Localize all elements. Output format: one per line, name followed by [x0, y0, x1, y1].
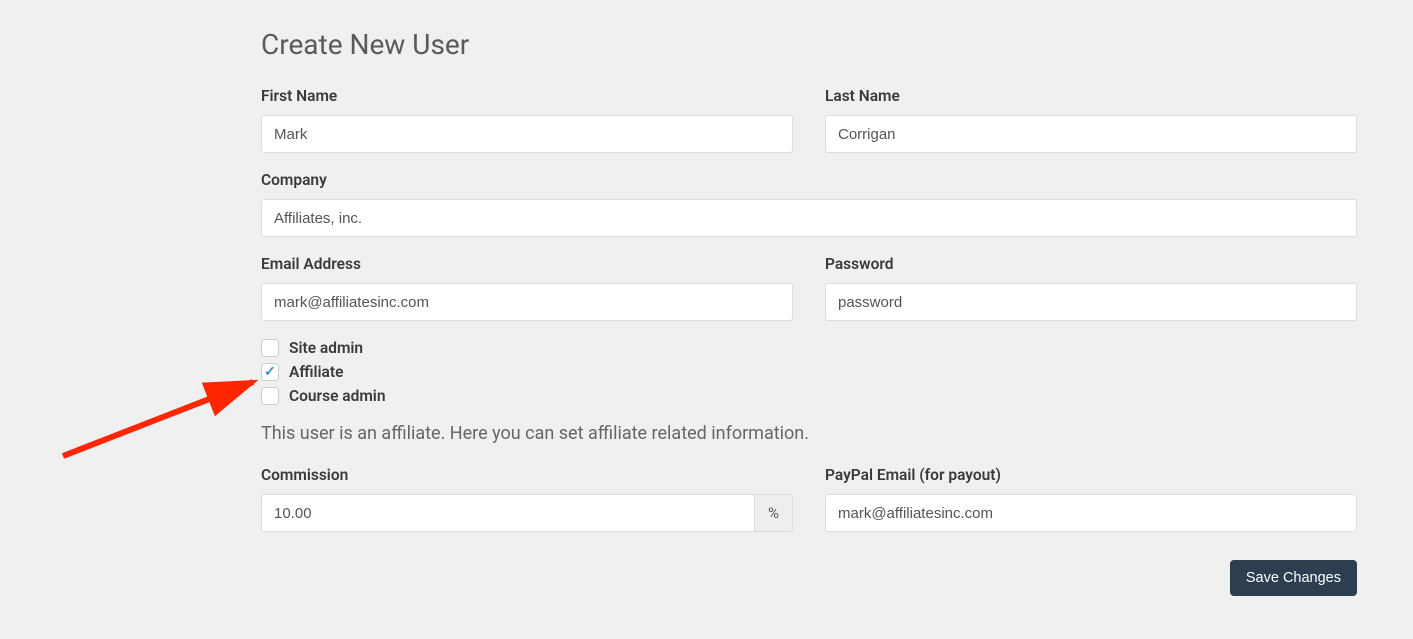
last-name-input[interactable]	[825, 115, 1357, 153]
save-changes-button[interactable]: Save Changes	[1230, 560, 1357, 596]
course-admin-checkbox[interactable]	[261, 387, 279, 405]
form-container: Create New User First Name Last Name Com…	[261, 0, 1357, 532]
paypal-email-label: PayPal Email (for payout)	[825, 466, 1357, 484]
last-name-label: Last Name	[825, 87, 1357, 105]
password-input[interactable]	[825, 283, 1357, 321]
email-input[interactable]	[261, 283, 793, 321]
page-title: Create New User	[261, 28, 1357, 61]
site-admin-checkbox[interactable]	[261, 339, 279, 357]
affiliate-checkbox[interactable]	[261, 363, 279, 381]
course-admin-label[interactable]: Course admin	[289, 387, 386, 405]
company-input[interactable]	[261, 199, 1357, 237]
email-label: Email Address	[261, 255, 793, 273]
company-label: Company	[261, 171, 1357, 189]
password-label: Password	[825, 255, 1357, 273]
annotation-arrow	[55, 368, 270, 467]
percent-addon: %	[755, 494, 793, 532]
first-name-label: First Name	[261, 87, 793, 105]
commission-input[interactable]	[261, 494, 755, 532]
affiliate-info-text: This user is an affiliate. Here you can …	[261, 423, 1357, 444]
roles-group: Site admin Affiliate Course admin	[261, 339, 1357, 405]
affiliate-label[interactable]: Affiliate	[289, 363, 343, 381]
paypal-email-input[interactable]	[825, 494, 1357, 532]
site-admin-label[interactable]: Site admin	[289, 339, 363, 357]
commission-label: Commission	[261, 466, 793, 484]
first-name-input[interactable]	[261, 115, 793, 153]
